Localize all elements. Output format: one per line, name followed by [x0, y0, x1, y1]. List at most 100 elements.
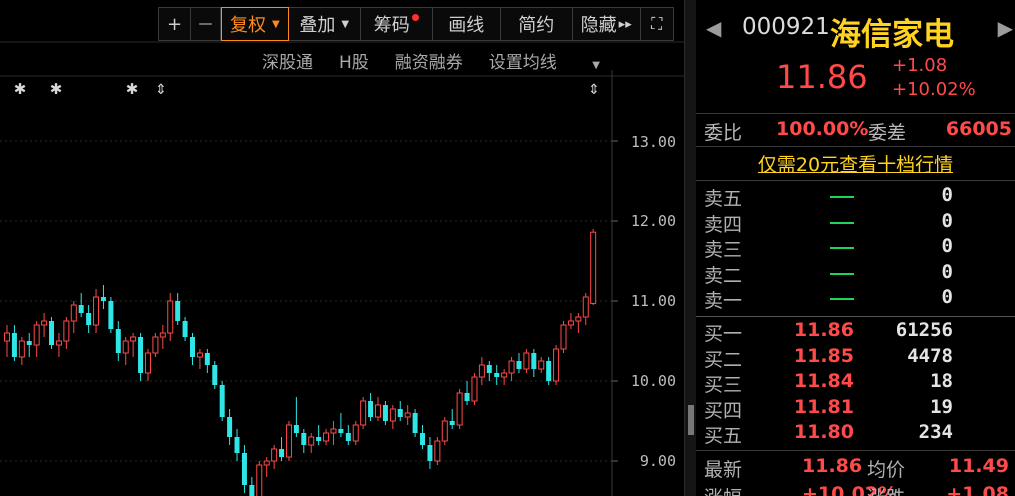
candle-body-down	[427, 445, 433, 461]
candle-body-up	[167, 300, 174, 334]
orderbook-sell-row[interactable]: 卖四 0	[704, 210, 1009, 236]
candle-body-up	[70, 304, 77, 322]
event-updown-icon: ⇕	[588, 82, 600, 98]
candle-body-down	[219, 385, 225, 417]
buy-volume: 18	[930, 370, 953, 392]
latest-value: 11.86	[802, 455, 863, 477]
orderbook-buy-row[interactable]: 买二 11.85 4478	[704, 345, 1009, 371]
candle-body-up	[590, 231, 597, 304]
candle-body-down	[516, 361, 522, 369]
y-tick-label: 9.00	[639, 452, 676, 470]
candle-body-down	[546, 361, 552, 381]
candle-body-down	[494, 373, 500, 377]
chouma-label: 筹码	[373, 15, 410, 36]
level2-promo-link[interactable]: 仅需20元查看十档行情	[696, 150, 1015, 177]
candle-body-up	[478, 364, 485, 378]
chevron-down-icon: ▼	[341, 18, 350, 30]
candle-body-up	[404, 412, 411, 418]
candle-body-down	[241, 453, 247, 485]
candle-body-up	[55, 340, 62, 346]
candle-body-up	[560, 324, 567, 350]
candle-body-up	[18, 340, 25, 358]
event-star-icon: ✱	[14, 80, 27, 98]
candle-body-up	[130, 336, 137, 342]
ma-settings-dropdown[interactable]: 设置均线 ▼	[489, 48, 626, 73]
orderbook-sell-row[interactable]: 卖二 0	[704, 261, 1009, 287]
y-tick-label: 13.00	[630, 133, 676, 151]
orderbook-buy-row[interactable]: 买四 11.81 19	[704, 396, 1009, 422]
yincang-label: 隐藏	[580, 15, 617, 36]
avg-price-value: 11.49	[948, 455, 1009, 477]
quote-header: ◀ 000921 海信家电 ▶ 11.86 +1.08 +10.02%	[696, 0, 1015, 114]
yincang-button[interactable]: 隐藏 ▸▸	[573, 8, 641, 40]
candle-body-down	[212, 365, 218, 385]
orderbook-sell-row[interactable]: 卖五 0	[704, 184, 1009, 210]
buy-level-label: 买五	[704, 425, 743, 447]
candle-body-up	[471, 376, 478, 402]
margin-trading-link[interactable]: 融资融券	[395, 48, 463, 73]
candle-body-up	[323, 432, 330, 442]
jianyue-button[interactable]: 简约	[501, 8, 573, 40]
orderbook-buy-row[interactable]: 买五 11.80 234	[704, 421, 1009, 447]
candle-body-down	[138, 337, 144, 373]
candle-body-up	[256, 464, 263, 496]
last-price: 11.86	[776, 58, 868, 96]
diejia-dropdown[interactable]: 叠加 ▼	[289, 8, 361, 40]
huaxian-button[interactable]: 画线	[433, 8, 501, 40]
next-stock-icon[interactable]: ▶	[998, 16, 1013, 40]
candle-body-up	[567, 320, 574, 326]
buy-level-label: 买四	[704, 399, 743, 422]
candle-body-down	[301, 433, 307, 445]
fullscreen-button[interactable]: ⛶	[641, 8, 673, 40]
stat-row: 最新 11.86 均价 11.49	[704, 455, 1015, 483]
h-share-link[interactable]: H股	[339, 48, 369, 73]
candle-body-up	[4, 332, 10, 342]
candle-body-up	[508, 360, 515, 374]
prev-stock-icon[interactable]: ◀	[706, 16, 721, 40]
sell-volume: 0	[941, 209, 953, 232]
chouma-button[interactable]: 筹码	[361, 8, 433, 40]
orderbook-sell-row[interactable]: 卖一 0	[704, 286, 1009, 312]
change-pct-label: 涨幅	[704, 483, 742, 496]
buy-volume: 61256	[895, 319, 953, 341]
empty-price-dash	[830, 221, 854, 224]
candle-body-up	[271, 448, 278, 462]
stat-row: 涨幅 +10.02% 涨跌 +1.08	[704, 483, 1015, 496]
orderbook-sell-row[interactable]: 卖三 0	[704, 235, 1009, 261]
buy-price: 11.84	[793, 370, 854, 392]
candle-body-up	[538, 360, 545, 370]
candle-body-down	[78, 305, 84, 313]
candle-body-down	[531, 353, 537, 369]
panel-splitter[interactable]	[684, 0, 696, 496]
empty-price-dash	[830, 196, 854, 198]
candle-body-up	[553, 348, 560, 382]
buy-price: 11.81	[793, 395, 854, 418]
webi-value: 100.00%	[776, 118, 869, 140]
fuquan-dropdown[interactable]: 复权 ▼	[221, 7, 289, 41]
candle-body-down	[11, 333, 17, 357]
candle-body-up	[144, 352, 151, 374]
candle-body-down	[190, 337, 195, 357]
avg-price-label: 均价	[867, 459, 906, 481]
candle-body-up	[523, 352, 530, 370]
orderbook-buy-row[interactable]: 买一 11.86 61256	[704, 319, 1009, 345]
candle-body-up	[501, 372, 508, 378]
fullscreen-icon: ⛶	[651, 14, 663, 33]
buy-volume: 4478	[907, 344, 953, 367]
zoom-in-button[interactable]: +	[159, 8, 191, 40]
chart-subbar: 深股通 H股 融资融券 设置均线 ▼	[262, 48, 626, 73]
candle-body-up	[41, 320, 48, 326]
promo-text: 仅需20元查看十档行情	[757, 154, 954, 176]
zoom-out-button[interactable]: —	[191, 8, 221, 40]
kline-chart-area[interactable]: ✱✱✱⇕⇕←8.50 + — 复权 ▼ 叠加 ▼ 筹码 画线 简约 隐藏 ▸▸ …	[0, 0, 684, 496]
shengutong-link[interactable]: 深股通	[262, 48, 313, 73]
candle-body-up	[308, 436, 315, 446]
candle-body-up	[196, 352, 203, 358]
orderbook-buy-row[interactable]: 买三 11.84 18	[704, 370, 1009, 396]
y-tick-label: 10.00	[630, 372, 676, 390]
y-tick-label: 11.00	[630, 292, 676, 310]
buy-price: 11.86	[793, 319, 854, 341]
buy-volume: 19	[930, 395, 953, 418]
candle-body-up	[152, 336, 159, 354]
candle-body-down	[182, 321, 188, 337]
